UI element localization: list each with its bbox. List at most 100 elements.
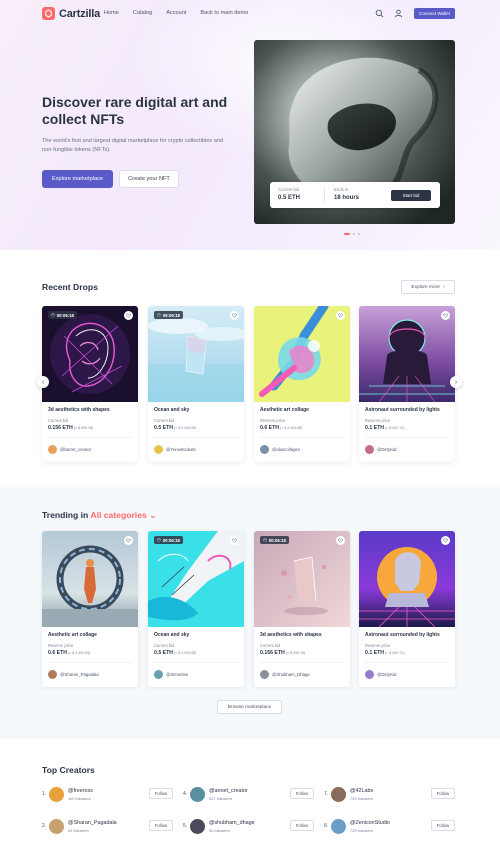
nft-card[interactable]: Aesthetic art collage Reserve price 0.6 … <box>254 306 350 462</box>
explore-marketplace-button[interactable]: Explore marketplace <box>42 170 113 188</box>
creator-name[interactable]: @ZeniconStudio <box>350 820 390 826</box>
price-eth: 0.156 ETH <box>48 425 73 431</box>
heart-icon[interactable] <box>230 311 239 320</box>
creator-rank: 7. <box>324 791 329 797</box>
card-price-label: Current bid <box>260 643 281 648</box>
creator-item[interactable]: 1. @freeross 1k9 followers <box>42 784 93 804</box>
nft-card[interactable]: ◷ 00:06:18 Ocean and sky Current bid 0.5 … <box>148 531 244 687</box>
card-title[interactable]: 3d aesthetics with shapes <box>48 407 110 413</box>
recent-drops-title: Recent Drops <box>42 282 98 292</box>
card-owner[interactable]: @aluscollages <box>260 445 300 454</box>
nft-image-astronaut-bust <box>359 531 455 627</box>
card-owner[interactable]: @DirtyKid <box>365 670 396 679</box>
creator-followers: 1k9 followers <box>68 795 91 801</box>
creator-followers: 728 followers <box>350 827 373 833</box>
card-owner[interactable]: @Shubham_Dhage <box>260 670 310 679</box>
heart-icon[interactable] <box>441 311 450 320</box>
card-title[interactable]: Aesthetic art collage <box>48 632 97 638</box>
price-usd: (≈ $ 400.71) <box>385 651 405 655</box>
card-divider <box>154 662 238 663</box>
card-owner[interactable]: @YunusKuleeb <box>154 445 196 454</box>
avatar <box>331 818 346 834</box>
creator-item[interactable]: 7. @42Labs 735 followers <box>324 784 373 804</box>
heart-icon[interactable] <box>336 536 345 545</box>
nav-catalog[interactable]: Catalog <box>133 10 152 16</box>
heart-icon[interactable] <box>230 536 239 545</box>
logo[interactable]: Cartzilla <box>42 7 100 20</box>
follow-button[interactable]: Follow <box>431 820 455 831</box>
card-title[interactable]: Ocean and sky <box>154 632 189 638</box>
heart-icon[interactable] <box>441 536 450 545</box>
owner-name: @Shubham_Dhage <box>272 672 310 677</box>
card-title[interactable]: Astronaut surrounded by lights <box>365 407 440 413</box>
card-price: 0.6 ETH(≈ $ 2,400.65) <box>48 650 90 656</box>
nav-home[interactable]: Home <box>104 10 119 16</box>
card-title[interactable]: Aesthetic art collage <box>260 407 309 413</box>
heart-icon[interactable] <box>124 536 133 545</box>
creator-name[interactable]: @shubham_dhage <box>209 820 255 826</box>
carousel-dot[interactable] <box>353 233 355 235</box>
follow-button[interactable]: Follow <box>431 788 455 799</box>
avatar <box>190 818 205 834</box>
avatar <box>49 786 64 802</box>
card-title[interactable]: Ocean and sky <box>154 407 189 413</box>
follow-button[interactable]: Follow <box>149 820 173 831</box>
creator-name[interactable]: @freeross <box>68 788 93 794</box>
card-title[interactable]: 3d aesthetics with shapes <box>260 632 322 638</box>
creator-name[interactable]: @42Labs <box>350 788 373 794</box>
clock-icon: ◷ <box>157 537 161 542</box>
heart-icon[interactable] <box>124 311 133 320</box>
nft-image-astronaut <box>359 306 455 402</box>
timer-value: 00:06:18 <box>268 537 286 543</box>
create-nft-button[interactable]: Create your NFT <box>119 170 179 188</box>
nft-image-art-collage-ring <box>42 531 138 627</box>
price-eth: 0.5 ETH <box>154 425 174 431</box>
card-price: 0.5 ETH(≈ $ 2,000.65) <box>154 650 196 656</box>
card-title[interactable]: Astronaut surrounded by lights <box>365 632 440 638</box>
avatar <box>154 670 163 679</box>
carousel-next-button[interactable]: › <box>450 376 462 388</box>
hero-description: The world's first and largest digital ma… <box>42 138 224 153</box>
search-icon[interactable] <box>375 9 384 18</box>
card-price: 0.1 ETH(≈ $ 400.71) <box>365 650 404 656</box>
creator-name[interactable]: @annet_creator <box>209 788 248 794</box>
start-bid-button[interactable]: Start bid <box>391 190 431 201</box>
price-eth: 0.1 ETH <box>365 650 385 656</box>
price-usd: (≈ $ 2,000.65) <box>174 426 197 430</box>
explore-more-button[interactable]: Explore more › <box>401 280 455 294</box>
avatar <box>190 786 205 802</box>
follow-button[interactable]: Follow <box>290 788 314 799</box>
card-owner[interactable]: @DirtyKid <box>365 445 396 454</box>
nav-back-to-main-demo[interactable]: Back to main demo <box>200 10 248 16</box>
carousel-dot[interactable] <box>358 233 360 235</box>
creator-rank: 5. <box>183 823 188 829</box>
carousel-dot-active[interactable] <box>344 233 350 235</box>
creator-rank: 1. <box>42 791 47 797</box>
category-dropdown[interactable]: All categories ⌄ <box>90 510 156 520</box>
card-owner[interactable]: @Simonlee <box>154 670 188 679</box>
creator-item[interactable]: 2. @Sharan_Pagadala 53 followers <box>42 816 117 836</box>
connect-wallet-button[interactable]: Connect Wallet <box>414 8 455 19</box>
creator-item[interactable]: 5. @shubham_dhage 50 followers <box>183 816 255 836</box>
carousel-prev-button[interactable]: ‹ <box>37 376 49 388</box>
heart-icon[interactable] <box>336 311 345 320</box>
nft-card[interactable]: ◷ 09:06:18 Ocean and sky Current bid 0.5 … <box>148 306 244 462</box>
nft-card[interactable]: Aesthetic art collage Reserve price 0.6 … <box>42 531 138 687</box>
owner-name: @YunusKuleeb <box>166 447 196 452</box>
creator-name[interactable]: @Sharan_Pagadala <box>68 820 117 826</box>
card-owner[interactable]: @barret_creator <box>48 445 91 454</box>
browse-marketplace-button[interactable]: Browse marketplace <box>217 700 282 714</box>
creator-item[interactable]: 4. @annet_creator 921 followers <box>183 784 248 804</box>
ends-in-value: 18 hours <box>334 195 360 201</box>
nav-account[interactable]: Account <box>166 10 186 16</box>
nft-card[interactable]: ◷ 00:06:18 3d aesthetics with shapes Curr… <box>254 531 350 687</box>
nft-card[interactable]: Astronaut surrounded by lights Reserve p… <box>359 306 455 462</box>
creator-rank: 4. <box>183 791 188 797</box>
nft-card[interactable]: Astronaut surrounded by lights Reserve p… <box>359 531 455 687</box>
card-owner[interactable]: @Sharan_Pagadala <box>48 670 99 679</box>
creator-item[interactable]: 8. @ZeniconStudio 728 followers <box>324 816 390 836</box>
follow-button[interactable]: Follow <box>290 820 314 831</box>
user-icon[interactable] <box>394 9 403 18</box>
nft-card[interactable]: ◷ 00:06:18 3d aesthetics with shapes Curr… <box>42 306 138 462</box>
follow-button[interactable]: Follow <box>149 788 173 799</box>
